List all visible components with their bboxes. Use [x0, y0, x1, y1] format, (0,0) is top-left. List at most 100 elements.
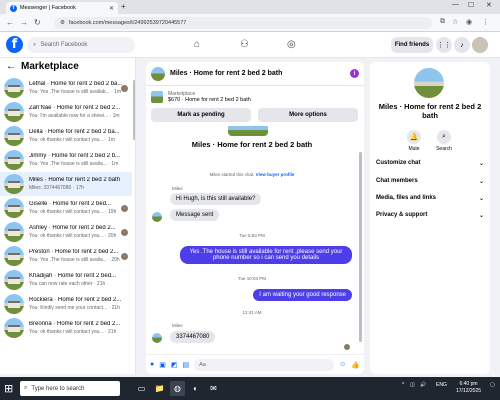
site-info-icon[interactable]: ⚙ [60, 20, 65, 26]
network-icon[interactable]: ◫ [410, 382, 415, 388]
started-text: Miles started this chat. [209, 172, 255, 177]
clock-date: 17/12/2025 [456, 388, 482, 394]
profile-icon[interactable]: ◉ [466, 18, 472, 26]
forward-icon[interactable]: → [20, 18, 28, 27]
listing-thumbnail [4, 318, 24, 338]
conversation-list: Lethal · Home for rent 2 bed 2 ba... You:… [0, 76, 132, 340]
details-title: Miles · Home for rent 2 bed 2 bath [378, 102, 482, 120]
listing-thumbnail [4, 174, 24, 194]
edge-icon[interactable]: ◐ [188, 381, 203, 396]
taskbar-search-input[interactable]: ⌕ Type here to search [20, 381, 120, 396]
conversation-preview: You: Yes .The house is still availab... [29, 89, 110, 95]
mark-as-pending-button[interactable]: Mark as pending [151, 108, 251, 122]
reload-icon[interactable]: ↻ [34, 18, 41, 27]
facebook-logo-icon[interactable]: f [6, 36, 23, 53]
search-placeholder: Search Facebook [40, 42, 88, 48]
browser-tab[interactable]: f Messenger | Facebook ✕ [6, 2, 118, 14]
language-indicator[interactable]: ENG [436, 382, 447, 388]
conversation-name: Ashley · Home for rent 2 bed 2... [29, 225, 116, 231]
incoming-message: Message sent [170, 209, 220, 221]
timestamp: 12:41 AM [242, 310, 262, 315]
info-icon[interactable]: i [350, 69, 359, 78]
friends-icon[interactable]: ⚇ [240, 39, 249, 50]
listing-thumbnail [4, 150, 24, 170]
windows-start-icon[interactable]: ⊞ [4, 382, 13, 395]
url-field[interactable]: ⚙ facebook.com/messages/t/24992539720445… [54, 17, 432, 29]
list-item[interactable]: Lethal · Home for rent 2 bed 2 ba... You:… [0, 76, 132, 100]
search-icon: ⌕ [33, 41, 37, 48]
list-item[interactable]: Jimmy · Home for rent 2 bed 2 b... You: Y… [0, 148, 132, 172]
chat-title[interactable]: Miles · Home for rent 2 bed 2 bath [170, 70, 345, 77]
emoji-icon[interactable]: ☺ [339, 361, 346, 368]
list-item[interactable]: Khadijah · Home for rent 2 bed... You can… [0, 268, 132, 292]
find-friends-button[interactable]: Find friends [391, 37, 433, 53]
conversation-preview: You can now rate each other · 21h [29, 281, 106, 287]
task-view-icon[interactable]: ▭ [134, 381, 149, 396]
back-arrow-icon[interactable]: ← [6, 61, 16, 72]
media-files-links-row[interactable]: Media, files and links ⌄ [376, 195, 484, 202]
gif-icon[interactable]: ▤ [182, 361, 189, 369]
bookmark-star-icon[interactable]: ☆ [452, 18, 458, 26]
listing-summary[interactable]: Marketplace $670 · Home for rent 2 bed 2… [146, 86, 364, 108]
close-tab-icon[interactable]: ✕ [109, 5, 114, 12]
conversation-time: 20h [108, 233, 117, 239]
volume-icon[interactable]: 🔊 [420, 382, 426, 388]
install-app-icon[interactable]: ⧉ [440, 18, 445, 26]
conversation-preview: You: ok thanks i will contact you... [29, 329, 104, 335]
new-tab-icon[interactable]: + [121, 2, 126, 11]
groups-icon[interactable]: ◎ [287, 39, 296, 50]
like-icon[interactable]: 👍 [351, 361, 360, 369]
browser-menu-icon[interactable]: ⋮ [482, 18, 489, 26]
mute-bell-icon[interactable]: 🔔 [407, 130, 421, 144]
account-avatar[interactable] [472, 37, 488, 53]
home-icon[interactable]: ⌂ [194, 39, 200, 50]
chat-listing-thumbnail[interactable] [151, 66, 165, 81]
microphone-icon[interactable]: ● [150, 361, 154, 368]
list-item[interactable]: Zah'Nae · Home for rent 2 bed 2... You: I… [0, 100, 132, 124]
more-options-button[interactable]: More options [258, 108, 358, 122]
minimize-icon[interactable]: — [452, 1, 459, 8]
notifications-icon[interactable]: ♪ [454, 37, 470, 53]
sticker-icon[interactable]: ◩ [171, 361, 178, 369]
search-icon[interactable]: ⌕ [437, 130, 451, 144]
facebook-search-input[interactable]: ⌕ Search Facebook [27, 37, 135, 53]
list-item[interactable]: Ashley · Home for rent 2 bed 2... You: ok… [0, 220, 132, 244]
conversation-name: Zah'Nae · Home for rent 2 bed 2... [29, 105, 121, 111]
conversation-time: 1m [111, 161, 119, 167]
message-input[interactable]: Aa [194, 358, 335, 371]
mail-icon[interactable]: ✉ [206, 381, 221, 396]
back-icon[interactable]: ← [6, 18, 14, 27]
list-item[interactable]: Giselle · Home for rent 2 bed... You: ok … [0, 196, 132, 220]
outgoing-message: I am waiting your good response [253, 289, 352, 301]
image-icon[interactable]: ▣ [159, 361, 166, 369]
search-icon: ⌕ [24, 385, 28, 391]
chrome-icon[interactable]: ◍ [170, 381, 185, 396]
privacy-support-row[interactable]: Privacy & support ⌄ [376, 212, 484, 219]
sidebar-scrollbar[interactable] [133, 80, 135, 140]
search-label: Search [436, 146, 452, 152]
file-explorer-icon[interactable]: 📁 [152, 381, 167, 396]
list-item[interactable]: Breonna · Home for rent 2 bed 2... You: o… [0, 316, 132, 340]
maximize-icon[interactable]: ☐ [468, 1, 474, 9]
close-window-icon[interactable]: ✕ [486, 1, 492, 9]
tab-title: Messenger | Facebook [20, 5, 76, 11]
conversation-time: 20h [111, 257, 120, 263]
list-item[interactable]: Della · Home for rent 2 bed 2 ba... You: … [0, 124, 132, 148]
tray-chevron-icon[interactable]: ^ [402, 382, 404, 388]
taskbar-search-placeholder: Type here to search [31, 385, 85, 392]
list-item-selected[interactable]: Miles · Home for rent 2 bed 2 bath Miles:… [0, 172, 132, 196]
menu-grid-icon[interactable]: ⋮⋮ [436, 37, 452, 53]
conversation-name: Breonna · Home for rent 2 bed 2... [29, 321, 121, 327]
customize-chat-row[interactable]: Customize chat ⌄ [376, 160, 484, 167]
chat-members-row[interactable]: Chat members ⌄ [376, 178, 484, 185]
list-item[interactable]: Preston · Home for rent 2 bed 2... You: Y… [0, 244, 132, 268]
notification-center-icon[interactable]: ▢ [490, 382, 495, 388]
chat-scrollbar[interactable] [359, 152, 362, 342]
list-item[interactable]: Rockiera · Home for rent 2 bed 2... You: … [0, 292, 132, 316]
row-label: Privacy & support [376, 212, 428, 218]
sender-avatar [152, 212, 162, 222]
seen-avatar [344, 344, 350, 350]
view-buyer-profile-link[interactable]: View buyer profile [256, 172, 295, 177]
conversation-time: 21h [108, 329, 117, 335]
taskbar-clock[interactable]: 6:40 pm 17/12/2025 [456, 381, 481, 395]
